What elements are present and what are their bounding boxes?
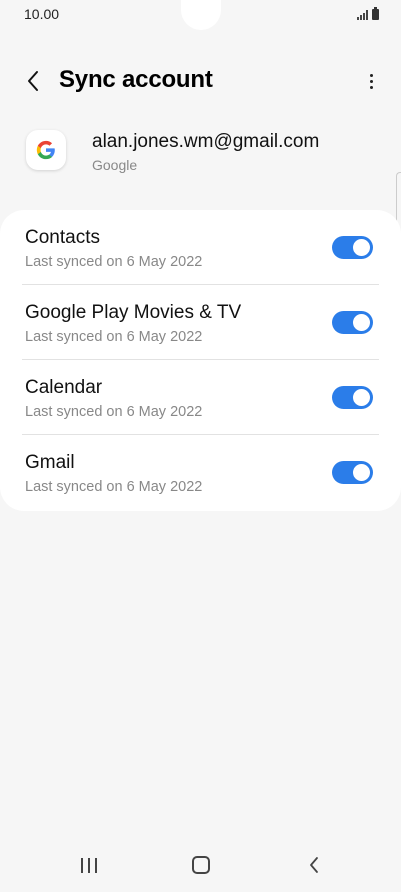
google-logo-icon — [26, 130, 66, 170]
page-title: Sync account — [59, 66, 213, 93]
home-button[interactable] — [189, 854, 213, 876]
sync-item-name: Google Play Movies & TV — [25, 302, 242, 323]
more-vertical-icon-dot — [369, 85, 373, 89]
toggle-knob — [351, 387, 372, 408]
sync-item-name: Calendar — [25, 377, 103, 398]
sync-items-card: Contacts Last synced on 6 May 2022 Googl… — [0, 210, 401, 511]
sync-item-name: Gmail — [25, 452, 75, 473]
sync-item-calendar[interactable]: Calendar Last synced on 6 May 2022 — [0, 360, 401, 435]
more-vertical-icon-dot — [369, 73, 373, 77]
back-button[interactable] — [18, 66, 48, 96]
signal-icon — [357, 10, 368, 20]
recents-icon-bar — [95, 857, 97, 873]
status-icons — [357, 7, 379, 20]
sync-item-status: Last synced on 6 May 2022 — [25, 329, 203, 345]
sync-item-status: Last synced on 6 May 2022 — [25, 254, 203, 270]
google-play-movies-sync-toggle[interactable] — [332, 311, 373, 334]
recents-button[interactable] — [76, 854, 102, 876]
sync-item-contacts[interactable]: Contacts Last synced on 6 May 2022 — [0, 210, 401, 285]
more-vertical-icon-dot — [369, 79, 373, 83]
more-options-button[interactable] — [361, 66, 381, 96]
sync-item-status: Last synced on 6 May 2022 — [25, 479, 203, 495]
sync-item-gmail[interactable]: Gmail Last synced on 6 May 2022 — [0, 435, 401, 510]
contacts-sync-toggle[interactable] — [332, 236, 373, 259]
chevron-left-icon — [28, 71, 38, 91]
account-provider: Google — [92, 157, 138, 173]
calendar-sync-toggle[interactable] — [332, 386, 373, 409]
home-icon — [192, 856, 210, 874]
back-icon — [310, 857, 318, 873]
recents-icon-bar — [81, 857, 83, 873]
toggle-knob — [351, 462, 372, 483]
sync-item-name: Contacts — [25, 227, 100, 248]
camera-notch — [181, 0, 221, 30]
sync-item-google-play-movies[interactable]: Google Play Movies & TV Last synced on 6… — [0, 285, 401, 360]
toggle-knob — [351, 237, 372, 258]
recents-icon-bar — [88, 857, 90, 873]
navigation-bar — [0, 840, 401, 892]
gmail-sync-toggle[interactable] — [332, 461, 373, 484]
account-email: alan.jones.wm@gmail.com — [92, 131, 320, 152]
nav-back-button[interactable] — [302, 854, 326, 876]
battery-icon — [372, 7, 379, 20]
sync-item-status: Last synced on 6 May 2022 — [25, 404, 203, 420]
status-time: 10.00 — [24, 6, 60, 22]
account-info: alan.jones.wm@gmail.com Google — [0, 124, 401, 184]
status-bar: 10.00 — [0, 0, 401, 30]
app-header: Sync account — [0, 58, 401, 104]
toggle-knob — [351, 312, 372, 333]
